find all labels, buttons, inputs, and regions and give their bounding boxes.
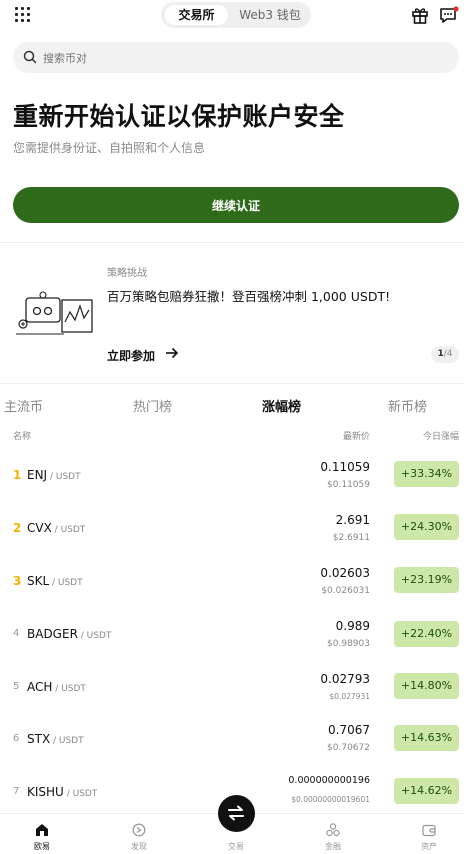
nav-label-trade: 交易: [228, 842, 244, 851]
fiat-price: $0.11059: [327, 480, 370, 490]
base-asset: STX: [27, 732, 51, 746]
market-row[interactable]: 6 STX / USDT 0.7067 $0.70672 +14.63%: [0, 710, 464, 762]
fiat-price: $0.98903: [327, 639, 370, 649]
quote-asset: / USDT: [49, 578, 83, 588]
row-rank: 7: [13, 786, 20, 797]
verify-subtitle: 您需提供身份证、自拍照和个人信息: [13, 141, 206, 155]
home-icon: [36, 824, 48, 836]
change-badge[interactable]: +33.34%: [394, 461, 459, 487]
last-price: 2.691: [335, 513, 370, 527]
last-price: 0.11059: [320, 460, 370, 474]
promo-tag: 策略挑战: [107, 268, 147, 279]
last-price: 0.02793: [320, 672, 370, 686]
fiat-price: $0.027931: [329, 692, 370, 701]
change-badge[interactable]: +14.63%: [394, 725, 459, 751]
market-row[interactable]: 3 SKL / USDT 0.02603 $0.026031 +23.19%: [0, 553, 464, 605]
row-rank: 6: [13, 733, 20, 744]
quote-asset: / USDT: [63, 789, 98, 799]
join-now-link[interactable]: 立即参加: [107, 347, 155, 364]
base-asset: KISHU: [27, 785, 64, 799]
divider: [0, 242, 464, 243]
swap-icon: [228, 805, 244, 821]
row-symbol: STX / USDT: [27, 732, 84, 746]
base-asset: ENJ: [27, 468, 48, 482]
column-header-name: 名称: [13, 432, 32, 442]
market-row[interactable]: 5 ACH / USDT 0.02793 $0.027931 +14.80%: [0, 658, 464, 710]
nav-label: 资产: [421, 842, 437, 851]
last-price: 0.7067: [328, 723, 370, 737]
nav-label: 金融: [325, 842, 341, 851]
change-badge[interactable]: +24.30%: [394, 514, 459, 540]
quote-asset: / USDT: [47, 472, 81, 482]
row-symbol: ACH / USDT: [27, 680, 86, 694]
fiat-price: $2.6911: [332, 533, 370, 543]
nav-label: 欧易: [34, 842, 50, 851]
discover-icon: [132, 823, 146, 837]
search-icon: [23, 50, 37, 64]
column-header-price: 最新价: [342, 432, 370, 442]
market-row[interactable]: 2 CVX / USDT 2.691 $2.6911 +24.30%: [0, 501, 464, 553]
arrow-right-icon[interactable]: [165, 346, 179, 360]
tab-web3-wallet[interactable]: Web3 钱包: [231, 5, 309, 25]
market-row[interactable]: 4 BADGER / USDT 0.989 $0.98903 +22.40%: [0, 606, 464, 658]
tab-new-listings[interactable]: 新币榜: [388, 396, 427, 415]
change-badge[interactable]: +22.40%: [394, 621, 459, 647]
market-tabs: 主流币 热门榜 涨幅榜 新币榜: [0, 396, 464, 416]
wallet-icon: [422, 824, 436, 837]
last-price: 0.989: [335, 619, 370, 633]
continue-verify-button[interactable]: 继续认证: [13, 187, 459, 223]
row-rank: 1: [13, 468, 22, 482]
row-symbol: SKL / USDT: [27, 574, 83, 588]
tab-gainers[interactable]: 涨幅榜: [262, 396, 301, 415]
quote-asset: / USDT: [77, 631, 112, 641]
strategy-illustration-icon: [16, 291, 93, 335]
row-rank: 5: [13, 681, 20, 692]
quote-asset: / USDT: [51, 525, 86, 535]
gift-icon[interactable]: [410, 6, 430, 24]
finance-icon: [326, 823, 340, 837]
top-bar: 交易所 Web3 钱包: [0, 0, 464, 30]
base-asset: BADGER: [27, 627, 78, 641]
change-badge[interactable]: +14.80%: [394, 673, 459, 699]
base-asset: ACH: [27, 680, 53, 694]
row-rank: 2: [13, 521, 22, 535]
tab-hot[interactable]: 热门榜: [133, 396, 172, 415]
base-asset: CVX: [27, 521, 52, 535]
fiat-price: $0.00000000019601: [291, 795, 370, 804]
row-rank: 4: [13, 628, 20, 639]
mode-switch: 交易所 Web3 钱包: [161, 2, 311, 28]
quote-asset: / USDT: [50, 736, 84, 746]
search-bar[interactable]: [13, 42, 459, 75]
row-symbol: BADGER / USDT: [27, 627, 111, 641]
message-icon[interactable]: [439, 6, 459, 24]
row-rank: 3: [13, 574, 22, 588]
trade-swap-button[interactable]: [218, 795, 255, 832]
pager-total: /4: [443, 349, 453, 359]
market-row[interactable]: 1 ENJ / USDT 0.11059 $0.11059 +33.34%: [0, 449, 464, 501]
tab-exchange[interactable]: 交易所: [165, 5, 228, 25]
quote-asset: / USDT: [52, 684, 86, 694]
fiat-price: $0.70672: [327, 743, 370, 753]
row-symbol: CVX / USDT: [27, 521, 85, 535]
row-symbol: ENJ / USDT: [27, 468, 81, 482]
base-asset: SKL: [27, 574, 50, 588]
change-badge[interactable]: +23.19%: [394, 567, 459, 593]
promo-title[interactable]: 百万策略包赔券狂撒！登百强榜冲刺 1,000 USDT!: [107, 286, 390, 305]
promo-pager: 1/4: [431, 346, 459, 363]
nav-label: 发现: [131, 842, 147, 851]
grid-menu-icon[interactable]: [15, 7, 31, 23]
last-price: 0.000000000196: [288, 775, 370, 786]
search-input[interactable]: [41, 42, 425, 75]
verify-title: 重新开始认证以保护账户安全: [13, 102, 345, 131]
last-price: 0.02603: [320, 566, 370, 580]
change-badge[interactable]: +14.62%: [394, 778, 459, 804]
divider: [0, 383, 464, 384]
column-header-change: 今日涨幅: [422, 432, 459, 442]
tab-mainstream[interactable]: 主流币: [4, 396, 43, 415]
row-symbol: KISHU / USDT: [27, 785, 97, 799]
fiat-price: $0.026031: [321, 586, 370, 596]
